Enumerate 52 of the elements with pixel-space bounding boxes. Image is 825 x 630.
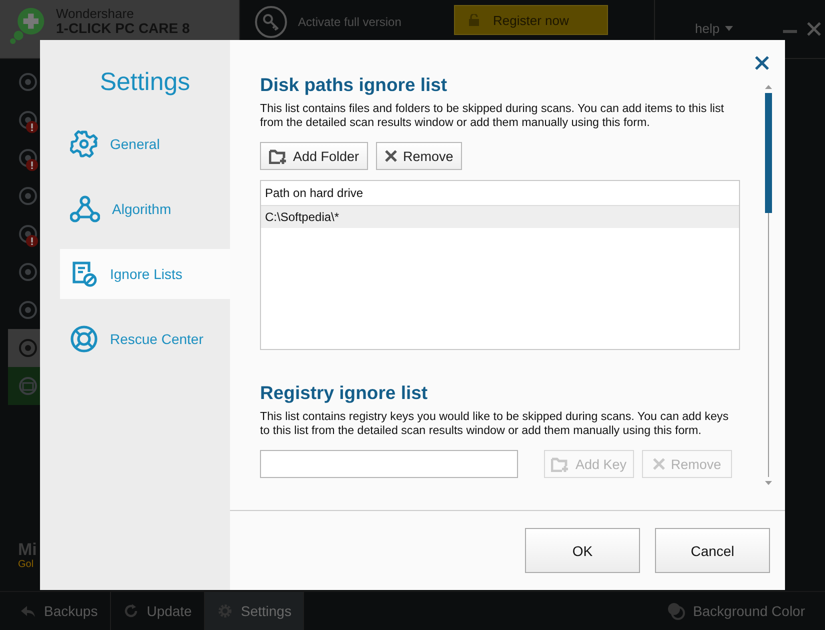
settings-nav-item[interactable]: General [60, 119, 230, 169]
help-menu[interactable]: help [695, 20, 733, 36]
close-icon[interactable] [755, 56, 769, 70]
refresh-icon [122, 603, 139, 619]
reply-arrow-icon [20, 603, 36, 619]
tool-icon [18, 300, 38, 320]
registry-key-field[interactable] [260, 450, 518, 478]
folder-plus-icon [551, 456, 570, 472]
lifebuoy-icon [70, 325, 98, 353]
scrollbar[interactable] [764, 85, 773, 485]
gear-icon [216, 603, 233, 619]
dialog-button[interactable]: OK [525, 528, 640, 573]
nodes-icon [70, 195, 100, 223]
dialog-title: Settings [98, 68, 192, 97]
tool-icon [18, 376, 38, 396]
tool-icon [18, 148, 38, 168]
table-row[interactable]: C:\Softpedia\* [261, 206, 739, 228]
settings-nav-item[interactable]: Algorithm [60, 184, 230, 234]
x-icon [652, 458, 665, 470]
close-icon[interactable] [806, 22, 821, 36]
activate-link[interactable]: Activate full version [298, 15, 438, 29]
gear-icon [70, 130, 98, 158]
scroll-up-icon[interactable] [765, 85, 772, 89]
tool-icon [18, 186, 38, 206]
remove-button[interactable]: Remove [376, 142, 462, 170]
section-description: This list contains registry keys you would like to be skipped during scans. You can add keys to this list from the detailed scan results window or add them manually using this form. [260, 410, 730, 438]
bottom-tab[interactable]: Backups [8, 592, 111, 630]
bottom-tab[interactable]: Settings [204, 592, 304, 630]
folder-plus-icon [269, 148, 287, 164]
background-color-button[interactable]: Background Color [654, 592, 825, 630]
lock-icon [469, 14, 479, 26]
promo-subtitle: Gol [18, 559, 35, 570]
section-heading: Registry ignore list [260, 382, 429, 404]
scroll-down-icon[interactable] [765, 481, 772, 485]
settings-nav-item[interactable]: Ignore Lists [60, 249, 230, 299]
tool-icon [18, 224, 38, 244]
document-block-icon [70, 260, 98, 288]
overlapping-circles-icon [666, 602, 685, 620]
key-icon [254, 5, 288, 39]
caret-icon [724, 26, 733, 30]
scroll-thumb[interactable] [765, 93, 772, 213]
tool-icon [18, 338, 38, 358]
tool-icon [18, 262, 38, 282]
add-folder-button[interactable]: Add Folder [260, 142, 368, 170]
tool-icon [18, 110, 38, 130]
section-description: This list contains files and folders to be skipped during scans. You can add items to this list from the detailed scan results window or add them manually using this form. [260, 102, 726, 130]
register-button[interactable]: Register now [454, 5, 608, 35]
settings-nav-item[interactable]: Rescue Center [60, 314, 230, 364]
tool-icon [18, 72, 38, 92]
x-icon [385, 150, 398, 162]
section-heading: Disk paths ignore list [260, 74, 448, 96]
dialog-button[interactable]: Cancel [655, 528, 770, 573]
